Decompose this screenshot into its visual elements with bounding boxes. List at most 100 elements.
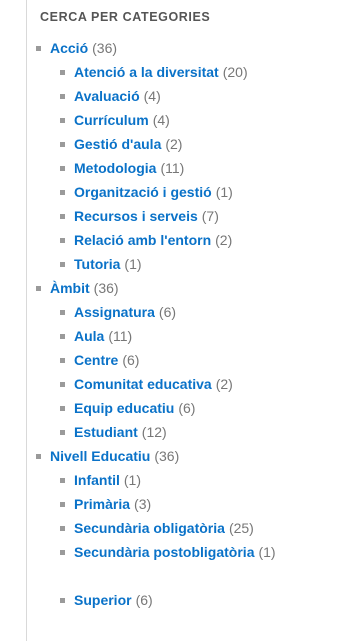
category-link[interactable]: Nivell Educatiu <box>50 448 150 464</box>
bullet-icon <box>60 118 65 123</box>
subcategory-item: Comunitat educativa (2) <box>36 372 356 396</box>
subcategory-item: Tutoria (1) <box>36 252 356 276</box>
count-badge: (2) <box>215 232 233 248</box>
bullet-icon <box>36 454 41 459</box>
subcategory-link[interactable]: Secundària obligatòria <box>74 520 225 536</box>
count-badge: (25) <box>228 520 254 536</box>
count-badge: (6) <box>135 592 153 608</box>
subcategory-list: Assignatura (6) Aula (11) Centre (6) Comunitat… <box>36 300 356 444</box>
count-badge: (1) <box>258 544 276 560</box>
count-badge: (36) <box>93 280 119 296</box>
count-badge: (2) <box>165 136 183 152</box>
subcategory-link[interactable]: Centre <box>74 352 118 368</box>
count-badge: (4) <box>143 88 161 104</box>
subcategory-link[interactable]: Tutoria <box>74 256 120 272</box>
subcategory-row: Tutoria (1) <box>36 252 356 276</box>
category-item: Nivell Educatiu (36) Infantil (1) Primària (3… <box>36 444 356 612</box>
subcategory-item: Metodologia (11) <box>36 156 356 180</box>
subcategory-item: Infantil (1) <box>36 468 356 492</box>
count-badge: (20) <box>222 64 248 80</box>
subcategory-link[interactable]: Recursos i serveis <box>74 208 198 224</box>
bullet-icon <box>36 286 41 291</box>
bullet-icon <box>60 502 65 507</box>
subcategory-row: Primària (3) <box>36 492 356 516</box>
subcategory-link[interactable]: Assignatura <box>74 304 155 320</box>
count-badge: (1) <box>215 184 233 200</box>
bullet-icon <box>60 406 65 411</box>
subcategory-row: Assignatura (6) <box>36 300 356 324</box>
subcategory-link[interactable]: Secundària postobligatòria <box>74 544 254 560</box>
subcategory-item: Avaluació (4) <box>36 84 356 108</box>
count-badge: (4) <box>152 112 170 128</box>
subcategory-item: Primària (3) <box>36 492 356 516</box>
bullet-icon <box>60 550 65 555</box>
subcategory-item: Relació amb l'entorn (2) <box>36 228 356 252</box>
subcategory-link[interactable]: Currículum <box>74 112 149 128</box>
subcategory-item: Recursos i serveis (7) <box>36 204 356 228</box>
subcategory-link[interactable]: Equip educatiu <box>74 400 174 416</box>
subcategory-link[interactable]: Avaluació <box>74 88 140 104</box>
bullet-icon <box>60 358 65 363</box>
category-tree: Acció (36) Atenció a la diversitat (20) Aval… <box>36 36 356 612</box>
subcategory-row: Estudiant (12) <box>36 420 356 444</box>
subcategory-row: Atenció a la diversitat (20) <box>36 60 356 84</box>
bullet-icon <box>36 46 41 51</box>
subcategory-list: Atenció a la diversitat (20) Avaluació (4) C… <box>36 60 356 276</box>
subcategory-list: Infantil (1) Primària (3) Secundària obligat… <box>36 468 356 612</box>
subcategory-row: Infantil (1) <box>36 468 356 492</box>
subcategory-row: Recursos i serveis (7) <box>36 204 356 228</box>
category-row: Àmbit (36) <box>36 276 356 300</box>
count-badge: (1) <box>123 472 142 488</box>
subcategory-item: Secundària obligatòria (25) <box>36 516 356 540</box>
bullet-icon <box>60 262 65 267</box>
count-badge: (3) <box>134 496 152 512</box>
subcategory-row: Avaluació (4) <box>36 84 356 108</box>
subcategory-link[interactable]: Relació amb l'entorn <box>74 232 211 248</box>
subcategory-item: Gestió d'aula (2) <box>36 132 356 156</box>
count-badge: (36) <box>92 40 118 56</box>
bullet-icon <box>60 430 65 435</box>
subcategory-row: Secundària obligatòria (25) <box>36 516 356 540</box>
category-item: Acció (36) Atenció a la diversitat (20) Aval… <box>36 36 356 276</box>
subcategory-row: Comunitat educativa (2) <box>36 372 356 396</box>
bullet-icon <box>60 310 65 315</box>
count-badge: (6) <box>178 400 196 416</box>
subcategory-link[interactable]: Comunitat educativa <box>74 376 212 392</box>
subcategory-link[interactable]: Superior <box>74 592 132 608</box>
subcategory-link[interactable]: Infantil <box>74 472 120 488</box>
subcategory-link[interactable]: Atenció a la diversitat <box>74 64 219 80</box>
subcategory-item: Organització i gestió (1) <box>36 180 356 204</box>
subcategory-item: Superior (6) <box>36 588 356 612</box>
bullet-icon <box>60 70 65 75</box>
subcategory-row: Aula (11) <box>36 324 356 348</box>
subcategory-link[interactable]: Aula <box>74 328 104 344</box>
subcategory-item: Equip educatiu (6) <box>36 396 356 420</box>
category-row: Acció (36) <box>36 36 356 60</box>
count-badge: (1) <box>124 256 142 272</box>
bullet-icon <box>60 478 65 483</box>
subcategory-row: Relació amb l'entorn (2) <box>36 228 356 252</box>
count-badge: (2) <box>215 376 233 392</box>
count-badge: (11) <box>160 160 185 176</box>
count-badge: (7) <box>201 208 219 224</box>
count-badge: (11) <box>108 328 133 344</box>
category-row: Nivell Educatiu (36) <box>36 444 356 468</box>
category-link[interactable]: Àmbit <box>50 280 90 296</box>
subcategory-item: Assignatura (6) <box>36 300 356 324</box>
category-link[interactable]: Acció <box>50 40 88 56</box>
subcategory-link[interactable]: Estudiant <box>74 424 138 440</box>
count-badge: (6) <box>122 352 140 368</box>
bullet-icon <box>60 238 65 243</box>
subcategory-row: Gestió d'aula (2) <box>36 132 356 156</box>
subcategory-item: Centre (6) <box>36 348 356 372</box>
subcategory-link[interactable]: Primària <box>74 496 130 512</box>
bullet-icon <box>60 382 65 387</box>
category-item: Àmbit (36) Assignatura (6) Aula (11) Centre (6)… <box>36 276 356 444</box>
bullet-icon <box>60 334 65 339</box>
subcategory-item: Estudiant (12) <box>36 420 356 444</box>
subcategory-row: Currículum (4) <box>36 108 356 132</box>
subcategory-link[interactable]: Organització i gestió <box>74 184 212 200</box>
subcategory-item: Atenció a la diversitat (20) <box>36 60 356 84</box>
subcategory-link[interactable]: Gestió d'aula <box>74 136 161 152</box>
subcategory-link[interactable]: Metodologia <box>74 160 156 176</box>
